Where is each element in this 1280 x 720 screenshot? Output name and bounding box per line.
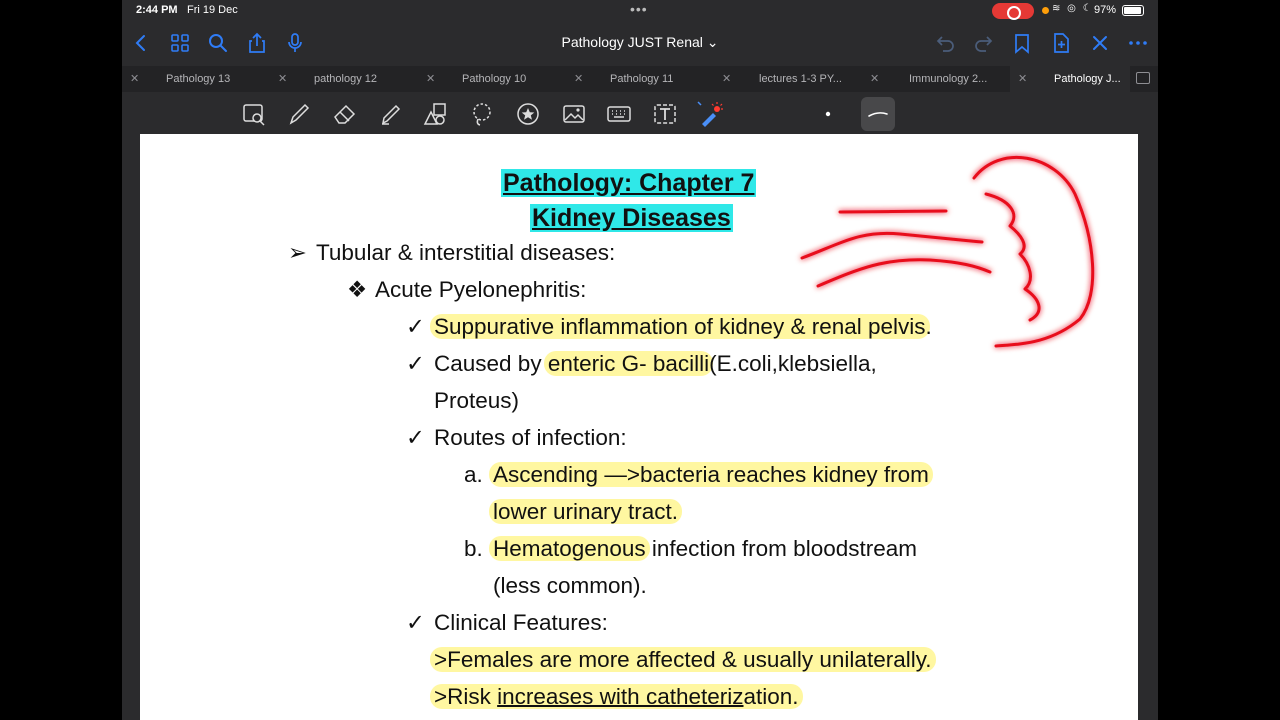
bookmark-icon[interactable]: [1011, 32, 1033, 54]
tab-label: Immunology 2...: [909, 73, 988, 85]
laser-pointer-icon[interactable]: [696, 100, 724, 128]
add-page-icon[interactable]: [1050, 32, 1072, 54]
split-view-icon[interactable]: [1136, 72, 1150, 84]
lasso-icon[interactable]: [468, 100, 496, 128]
tab-close-icon[interactable]: ✕: [426, 66, 435, 92]
shapes-icon[interactable]: [422, 100, 450, 128]
screen-recording-icon[interactable]: [992, 3, 1034, 20]
tab-lectures-1-3[interactable]: ✕ lectures 1-3 PY...: [714, 66, 862, 92]
zoom-box-icon[interactable]: [240, 100, 268, 128]
tab-label: Pathology 11: [610, 73, 674, 85]
tab-immunology-2[interactable]: ✕ Immunology 2...: [862, 66, 1010, 92]
wifi-icon: ≋ ◎ ☾: [1052, 3, 1094, 14]
pdf-page[interactable]: Pathology: Chapter 7 Kidney Diseases ➢ Tu…: [140, 134, 1138, 720]
ipad-screen: 2:44 PM Fri 19 Dec ••• ≋ ◎ ☾ 97% Patholo…: [122, 0, 1158, 720]
drawing-toolbar: [122, 94, 1158, 134]
share-icon[interactable]: [246, 32, 268, 54]
tab-pathology-11[interactable]: ✕ Pathology 11: [566, 66, 714, 92]
eraser-icon[interactable]: [331, 100, 359, 128]
search-icon[interactable]: [207, 32, 229, 54]
tab-pathology-12[interactable]: ✕ pathology 12: [270, 66, 418, 92]
tab-close-icon[interactable]: ✕: [870, 66, 879, 92]
tab-close-icon[interactable]: ✕: [1018, 66, 1027, 92]
document-title[interactable]: Pathology JUST Renal ⌄: [522, 34, 758, 51]
tab-pathology-10[interactable]: ✕ Pathology 10: [418, 66, 566, 92]
tab-label: Pathology 10: [462, 73, 527, 85]
tab-close-icon[interactable]: ✕: [722, 66, 731, 92]
keyboard-icon[interactable]: [605, 100, 633, 128]
thumbnails-grid-icon[interactable]: [169, 32, 191, 54]
red-ink-scribble: [800, 155, 1095, 348]
tab-close-icon[interactable]: ✕: [278, 66, 287, 92]
mic-indicator-icon: [1042, 7, 1049, 14]
sticker-icon[interactable]: [514, 100, 542, 128]
tab-close-icon[interactable]: ✕: [574, 66, 583, 92]
battery-percent: 97%: [1094, 4, 1117, 16]
image-icon[interactable]: [560, 100, 588, 128]
back-icon[interactable]: [130, 32, 152, 54]
tab-pathology-just-active[interactable]: ✕ Pathology J...: [1010, 66, 1130, 92]
more-icon[interactable]: [1127, 32, 1149, 54]
status-time: 2:44 PM: [136, 4, 178, 16]
status-bar: 2:44 PM Fri 19 Dec ••• ≋ ◎ ☾ 97%: [122, 0, 1158, 22]
tab-label: Pathology 13: [166, 73, 231, 85]
status-date: Fri 19 Dec: [187, 4, 238, 16]
stroke-style-icon[interactable]: [861, 97, 895, 131]
text-box-icon[interactable]: [651, 100, 679, 128]
tab-strip: ✕ Pathology 13 ✕ pathology 12 ✕ Patholog…: [122, 66, 1158, 92]
redo-icon[interactable]: [973, 32, 995, 54]
pen-icon[interactable]: [285, 100, 313, 128]
tab-pathology-13[interactable]: ✕ Pathology 13: [122, 66, 270, 92]
multitasking-dots-icon[interactable]: •••: [630, 1, 648, 17]
close-edit-icon[interactable]: [1089, 32, 1111, 54]
tab-close-icon[interactable]: ✕: [130, 66, 139, 92]
battery-icon: [1122, 5, 1144, 16]
tab-label: lectures 1-3 PY...: [759, 73, 842, 85]
tab-label: pathology 12: [314, 73, 377, 85]
tab-label: Pathology J...: [1054, 73, 1121, 85]
pen-size-dot-icon[interactable]: [814, 100, 842, 128]
microphone-icon[interactable]: [284, 32, 306, 54]
undo-icon[interactable]: [934, 32, 956, 54]
nav-bar: Pathology JUST Renal ⌄: [122, 24, 1158, 62]
highlighter-icon[interactable]: [377, 100, 405, 128]
